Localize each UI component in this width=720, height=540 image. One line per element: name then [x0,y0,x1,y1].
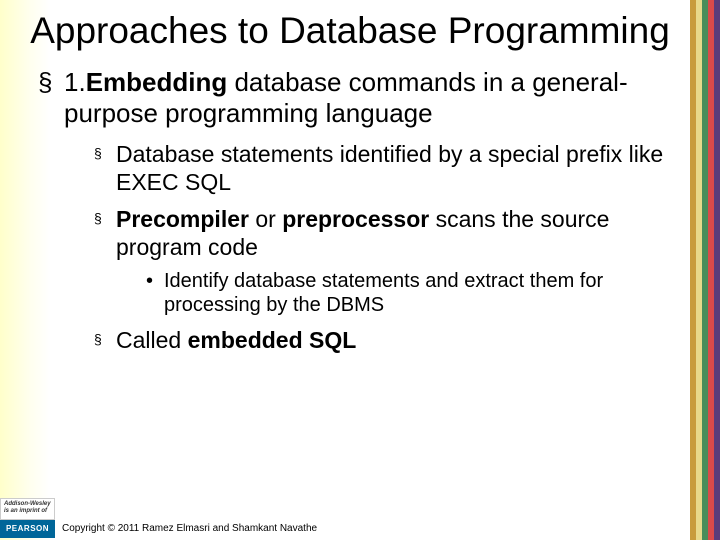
publisher-logo: Addison-Wesley is an imprint of PEARSON [0,498,55,540]
text-bold: preprocessor [282,206,429,232]
slide-footer: Addison-Wesley is an imprint of PEARSON … [0,498,720,540]
copyright-text: Copyright © 2011 Ramez Elmasri and Shamk… [62,523,317,534]
text: or [249,206,282,232]
text: is an imprint of [4,508,47,514]
bullet-list-lvl1: 1.Embedding database commands in a gener… [30,67,670,355]
bg-stripes-right [690,0,720,540]
stripe [714,0,720,540]
text: Database statements identified by a spec… [116,141,663,195]
text-bold: Embedding [86,67,228,97]
list-item: Precompiler or preprocessor scans the so… [94,206,670,317]
slide-title: Approaches to Database Programming [30,10,670,53]
text: Identify database statements and extract… [164,270,603,316]
list-item: Database statements identified by a spec… [94,141,670,196]
bullet-list-lvl2: Database statements identified by a spec… [64,141,670,355]
slide-content: Approaches to Database Programming 1.Emb… [0,0,690,540]
text: Called [116,327,188,353]
list-item: Identify database statements and extract… [146,269,670,317]
text: 1. [64,67,86,97]
logo-brand: PEARSON [0,520,55,538]
text-bold: embedded SQL [188,327,357,353]
logo-imprint: Addison-Wesley is an imprint of [0,498,55,520]
bullet-list-lvl3: Identify database statements and extract… [116,269,670,317]
list-item: Called embedded SQL [94,327,670,355]
list-item: 1.Embedding database commands in a gener… [38,67,670,355]
text-bold: Precompiler [116,206,249,232]
text: Addison-Wesley [4,501,51,507]
